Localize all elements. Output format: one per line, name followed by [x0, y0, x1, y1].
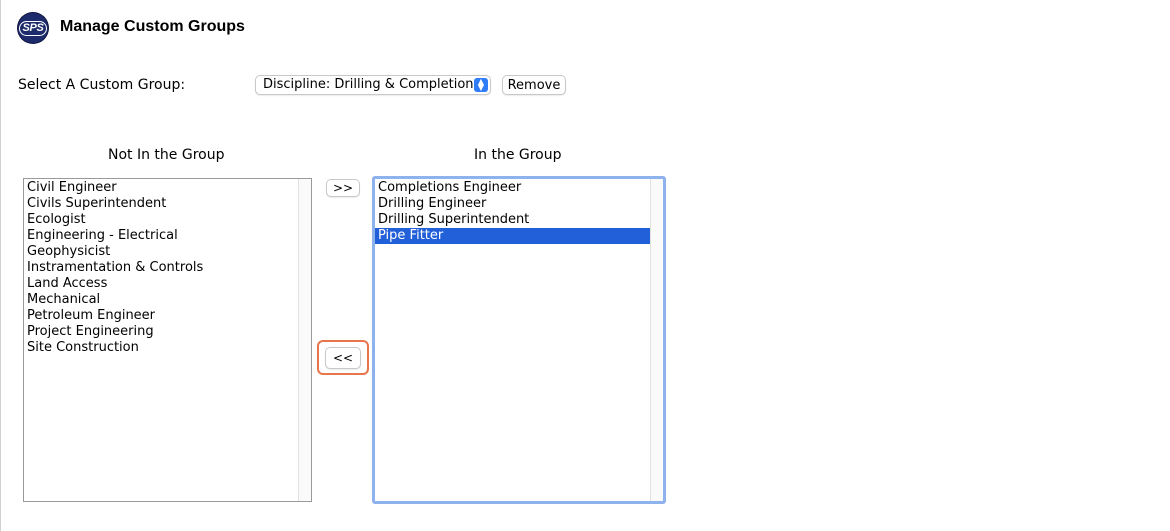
not-in-group-heading: Not In the Group: [108, 147, 225, 163]
list-item[interactable]: Land Access: [24, 276, 298, 292]
in-group-scrollbar[interactable]: [650, 179, 663, 501]
list-item[interactable]: Civils Superintendent: [24, 196, 298, 212]
remove-from-group-button[interactable]: <<: [325, 347, 361, 369]
list-item[interactable]: Geophysicist: [24, 244, 298, 260]
list-item[interactable]: Civil Engineer: [24, 180, 298, 196]
sps-logo-icon: SPS: [18, 13, 48, 43]
custom-group-select[interactable]: Discipline: Drilling & Completions ▲ ▼: [255, 75, 491, 95]
select-arrows-icon: ▲ ▼: [474, 78, 488, 92]
in-group-heading: In the Group: [474, 147, 562, 163]
custom-group-label: Select A Custom Group:: [18, 77, 186, 93]
page-title: Manage Custom Groups: [60, 18, 245, 35]
list-item[interactable]: Project Engineering: [24, 324, 298, 340]
custom-group-selected-value: Discipline: Drilling & Completions: [263, 77, 481, 92]
remove-group-button[interactable]: Remove: [502, 75, 566, 95]
page-left-border: [0, 0, 1, 531]
list-item[interactable]: Drilling Superintendent: [375, 212, 650, 228]
list-item[interactable]: Completions Engineer: [375, 180, 650, 196]
list-item[interactable]: Petroleum Engineer: [24, 308, 298, 324]
list-item[interactable]: Site Construction: [24, 340, 298, 356]
list-item[interactable]: Drilling Engineer: [375, 196, 650, 212]
list-item[interactable]: Mechanical: [24, 292, 298, 308]
not-in-group-listbox[interactable]: Civil Engineer Civils Superintendent Ecolo…: [23, 178, 312, 502]
in-group-listbox[interactable]: Completions Engineer Drilling Engineer Dri…: [372, 176, 666, 504]
list-item[interactable]: Engineering - Electrical: [24, 228, 298, 244]
list-item[interactable]: Ecologist: [24, 212, 298, 228]
list-item[interactable]: Pipe Fitter: [375, 228, 650, 244]
not-in-group-scrollbar[interactable]: [298, 179, 311, 501]
list-item[interactable]: Instramentation & Controls: [24, 260, 298, 276]
logo-text: SPS: [19, 20, 47, 36]
add-to-group-button[interactable]: >>: [326, 179, 360, 197]
